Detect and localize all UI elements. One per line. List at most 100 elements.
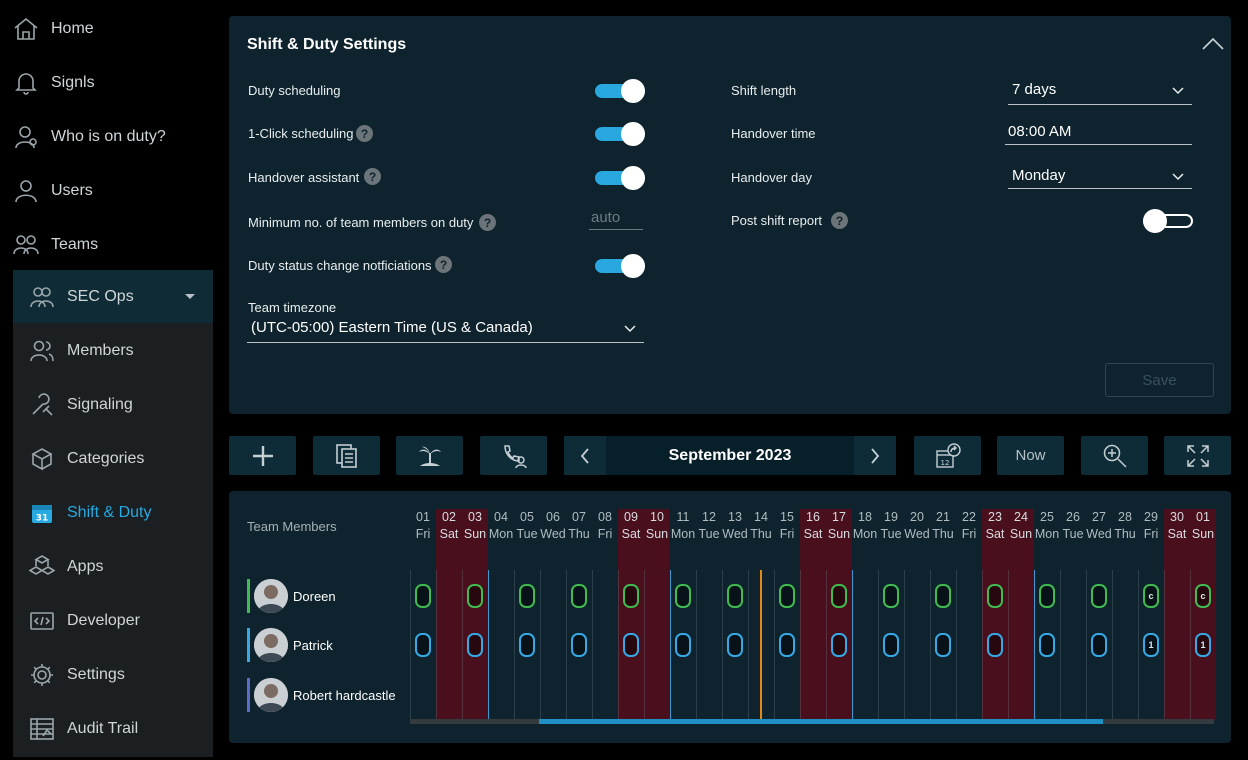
day-column[interactable]: 18 Mon bbox=[852, 509, 878, 720]
nav-teams[interactable]: Teams bbox=[0, 218, 213, 272]
subnav-developer[interactable]: Developer bbox=[0, 594, 213, 648]
nav-who-on-duty[interactable]: Who is on duty? bbox=[0, 110, 213, 164]
subnav-categories[interactable]: Categories bbox=[0, 432, 213, 486]
shift-block[interactable] bbox=[571, 633, 587, 657]
shift-block[interactable] bbox=[623, 633, 639, 657]
shift-block[interactable] bbox=[779, 633, 795, 657]
shift-block[interactable] bbox=[1091, 584, 1107, 608]
help-icon[interactable]: ? bbox=[435, 256, 452, 273]
shift-block[interactable] bbox=[1039, 584, 1055, 608]
save-button[interactable]: Save bbox=[1105, 363, 1214, 397]
now-button[interactable]: Now bbox=[997, 436, 1064, 475]
export-calendar-button[interactable]: 12 bbox=[914, 436, 981, 475]
copy-button[interactable] bbox=[313, 436, 380, 475]
shift-block[interactable] bbox=[779, 584, 795, 608]
day-column[interactable]: 16 Sat bbox=[800, 509, 826, 720]
shift-block[interactable] bbox=[987, 584, 1003, 608]
shift-block[interactable]: c bbox=[1143, 584, 1159, 608]
day-column[interactable]: 01 Sun bbox=[1190, 509, 1216, 720]
chevron-down-icon[interactable] bbox=[185, 294, 195, 299]
shift-block[interactable] bbox=[1039, 633, 1055, 657]
shift-block[interactable] bbox=[467, 584, 483, 608]
subnav-members[interactable]: Members bbox=[0, 324, 213, 378]
zoom-button[interactable] bbox=[1081, 436, 1148, 475]
shift-length-select[interactable]: 7 days bbox=[1008, 81, 1192, 105]
on-call-button[interactable] bbox=[480, 436, 547, 475]
shift-block[interactable] bbox=[831, 584, 847, 608]
day-column[interactable]: 02 Sat bbox=[436, 509, 462, 720]
subnav-shift-duty[interactable]: 31 Shift & Duty bbox=[0, 486, 213, 540]
shift-block[interactable] bbox=[519, 633, 535, 657]
day-column[interactable]: 29 Fri bbox=[1138, 509, 1164, 720]
team-selector[interactable]: SEC Ops bbox=[0, 270, 213, 324]
day-column[interactable]: 22 Fri bbox=[956, 509, 982, 720]
subnav-audit-trail[interactable]: Audit Trail bbox=[0, 702, 213, 756]
day-column[interactable]: 25 Mon bbox=[1034, 509, 1060, 720]
min-members-input[interactable]: auto bbox=[589, 209, 643, 230]
day-column[interactable]: 03 Sun bbox=[462, 509, 488, 720]
shift-block[interactable] bbox=[935, 633, 951, 657]
shift-block[interactable]: 1 bbox=[1143, 633, 1159, 657]
day-column[interactable]: 06 Wed bbox=[540, 509, 566, 720]
day-column[interactable]: 23 Sat bbox=[982, 509, 1008, 720]
shift-block[interactable] bbox=[831, 633, 847, 657]
scrollbar-thumb[interactable] bbox=[539, 719, 1103, 724]
shift-block[interactable] bbox=[571, 584, 587, 608]
duty-status-toggle[interactable] bbox=[595, 254, 645, 278]
duty-scheduling-toggle[interactable] bbox=[595, 79, 645, 103]
vacation-button[interactable] bbox=[396, 436, 463, 475]
day-column[interactable]: 13 Wed bbox=[722, 509, 748, 720]
shift-block[interactable] bbox=[883, 584, 899, 608]
shift-block[interactable] bbox=[675, 584, 691, 608]
horizontal-scrollbar[interactable] bbox=[410, 719, 1214, 724]
day-column[interactable]: 27 Wed bbox=[1086, 509, 1112, 720]
nav-signls[interactable]: Signls bbox=[0, 56, 213, 110]
shift-block[interactable]: 1 bbox=[1195, 633, 1211, 657]
day-column[interactable]: 26 Tue bbox=[1060, 509, 1086, 720]
day-column[interactable]: 11 Mon bbox=[670, 509, 696, 720]
shift-block[interactable] bbox=[415, 633, 431, 657]
one-click-scheduling-toggle[interactable] bbox=[595, 122, 645, 146]
shift-block[interactable] bbox=[935, 584, 951, 608]
shift-block[interactable] bbox=[675, 633, 691, 657]
next-month-button[interactable] bbox=[854, 436, 896, 475]
day-column[interactable]: 01 Fri bbox=[410, 509, 436, 720]
day-column[interactable]: 17 Sun bbox=[826, 509, 852, 720]
fullscreen-button[interactable] bbox=[1164, 436, 1231, 475]
shift-block[interactable] bbox=[467, 633, 483, 657]
nav-home[interactable]: Home bbox=[0, 2, 213, 56]
day-column[interactable]: 04 Mon bbox=[488, 509, 514, 720]
help-icon[interactable]: ? bbox=[356, 125, 373, 142]
shift-block[interactable] bbox=[727, 584, 743, 608]
help-icon[interactable]: ? bbox=[364, 168, 381, 185]
add-shift-button[interactable] bbox=[229, 436, 296, 475]
shift-block[interactable] bbox=[987, 633, 1003, 657]
team-timezone-select[interactable]: (UTC-05:00) Eastern Time (US & Canada) bbox=[247, 319, 644, 343]
day-column[interactable]: 05 Tue bbox=[514, 509, 540, 720]
chevron-up-icon[interactable] bbox=[1201, 34, 1225, 54]
shift-block[interactable] bbox=[727, 633, 743, 657]
day-column[interactable]: 28 Thu bbox=[1112, 509, 1138, 720]
day-column[interactable]: 15 Fri bbox=[774, 509, 800, 720]
day-column[interactable]: 21 Thu bbox=[930, 509, 956, 720]
day-column[interactable]: 10 Sun bbox=[644, 509, 670, 720]
prev-month-button[interactable] bbox=[564, 436, 606, 475]
handover-day-select[interactable]: Monday bbox=[1008, 167, 1192, 189]
day-column[interactable]: 20 Wed bbox=[904, 509, 930, 720]
subnav-apps[interactable]: Apps bbox=[0, 540, 213, 594]
day-column[interactable]: 07 Thu bbox=[566, 509, 592, 720]
shift-block[interactable]: c bbox=[1195, 584, 1211, 608]
shift-block[interactable] bbox=[415, 584, 431, 608]
handover-time-input[interactable]: 08:00 AM bbox=[1005, 123, 1192, 145]
day-column[interactable]: 19 Tue bbox=[878, 509, 904, 720]
day-column[interactable]: 09 Sat bbox=[618, 509, 644, 720]
shift-block[interactable] bbox=[519, 584, 535, 608]
day-column[interactable]: 12 Tue bbox=[696, 509, 722, 720]
shift-block[interactable] bbox=[623, 584, 639, 608]
shift-block[interactable] bbox=[883, 633, 899, 657]
nav-users[interactable]: Users bbox=[0, 164, 213, 218]
day-column[interactable]: 24 Sun bbox=[1008, 509, 1034, 720]
shift-block[interactable] bbox=[1091, 633, 1107, 657]
day-column[interactable]: 30 Sat bbox=[1164, 509, 1190, 720]
day-column[interactable]: 08 Fri bbox=[592, 509, 618, 720]
